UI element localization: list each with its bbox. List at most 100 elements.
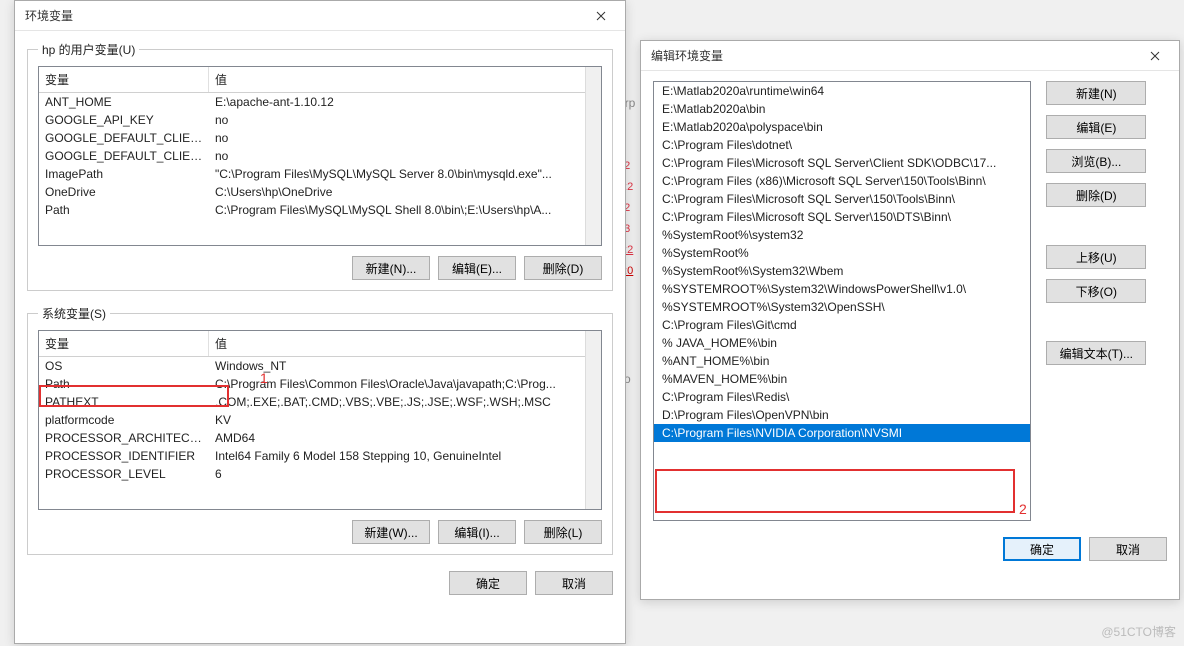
system-vars-table[interactable]: 变量 值 OSWindows_NTPathC:\Program Files\Co… bbox=[38, 330, 602, 510]
table-row[interactable]: platformcodeKV bbox=[39, 411, 601, 429]
var-name: PROCESSOR_LEVEL bbox=[39, 465, 209, 483]
table-row[interactable]: PathC:\Program Files\Common Files\Oracle… bbox=[39, 375, 601, 393]
close-button[interactable] bbox=[581, 2, 621, 30]
list-item[interactable]: C:\Program Files\Microsoft SQL Server\15… bbox=[654, 208, 1030, 226]
table-row[interactable]: OneDriveC:\Users\hp\OneDrive bbox=[39, 183, 601, 201]
table-row[interactable]: PROCESSOR_LEVEL6 bbox=[39, 465, 601, 483]
cancel-button[interactable]: 取消 bbox=[535, 571, 613, 595]
list-item[interactable]: %MAVEN_HOME%\bin bbox=[654, 370, 1030, 388]
list-item[interactable]: C:\Program Files\dotnet\ bbox=[654, 136, 1030, 154]
edit-env-var-window: 编辑环境变量 E:\Matlab2020a\runtime\win64E:\Ma… bbox=[640, 40, 1180, 600]
var-value: C:\Program Files\Common Files\Oracle\Jav… bbox=[209, 375, 601, 393]
ok-button[interactable]: 确定 bbox=[1003, 537, 1081, 561]
cancel-button[interactable]: 取消 bbox=[1089, 537, 1167, 561]
table-row[interactable]: PATHEXT.COM;.EXE;.BAT;.CMD;.VBS;.VBE;.JS… bbox=[39, 393, 601, 411]
env-vars-window: 环境变量 hp 的用户变量(U) 变量 值 ANT_HOMEE:\apache-… bbox=[14, 0, 626, 644]
var-value: Intel64 Family 6 Model 158 Stepping 10, … bbox=[209, 447, 601, 465]
var-value: AMD64 bbox=[209, 429, 601, 447]
col-header-val[interactable]: 值 bbox=[209, 67, 601, 92]
list-item[interactable]: %SYSTEMROOT%\System32\WindowsPowerShell\… bbox=[654, 280, 1030, 298]
list-item[interactable]: %SYSTEMROOT%\System32\OpenSSH\ bbox=[654, 298, 1030, 316]
var-name: GOOGLE_API_KEY bbox=[39, 111, 209, 129]
table-row[interactable]: PathC:\Program Files\MySQL\MySQL Shell 8… bbox=[39, 201, 601, 219]
var-name: ImagePath bbox=[39, 165, 209, 183]
list-item[interactable]: %SystemRoot% bbox=[654, 244, 1030, 262]
col-header-var[interactable]: 变量 bbox=[39, 331, 209, 356]
var-name: GOOGLE_DEFAULT_CLIEN... bbox=[39, 147, 209, 165]
list-item[interactable]: C:\Program Files\NVIDIA Corporation\NVSM… bbox=[654, 424, 1030, 442]
var-value: "C:\Program Files\MySQL\MySQL Server 8.0… bbox=[209, 165, 601, 183]
system-vars-legend: 系统变量(S) bbox=[38, 305, 110, 322]
table-row[interactable]: ImagePath"C:\Program Files\MySQL\MySQL S… bbox=[39, 165, 601, 183]
list-item[interactable]: C:\Program Files\Microsoft SQL Server\Cl… bbox=[654, 154, 1030, 172]
titlebar: 环境变量 bbox=[15, 1, 625, 31]
var-value: no bbox=[209, 111, 601, 129]
table-row[interactable]: PROCESSOR_IDENTIFIERIntel64 Family 6 Mod… bbox=[39, 447, 601, 465]
close-icon bbox=[1150, 51, 1160, 61]
var-name: PATHEXT bbox=[39, 393, 209, 411]
var-name: GOOGLE_DEFAULT_CLIEN... bbox=[39, 129, 209, 147]
watermark: @51CTO博客 bbox=[1101, 623, 1176, 640]
delete-user-var-button[interactable]: 删除(D) bbox=[524, 256, 602, 280]
table-row[interactable]: GOOGLE_API_KEYno bbox=[39, 111, 601, 129]
table-row[interactable]: GOOGLE_DEFAULT_CLIEN...no bbox=[39, 129, 601, 147]
edit-entry-button[interactable]: 编辑(E) bbox=[1046, 115, 1146, 139]
user-vars-group: hp 的用户变量(U) 变量 值 ANT_HOMEE:\apache-ant-1… bbox=[27, 41, 613, 291]
var-value: 6 bbox=[209, 465, 601, 483]
var-name: OS bbox=[39, 357, 209, 375]
col-header-val[interactable]: 值 bbox=[209, 331, 601, 356]
list-item[interactable]: E:\Matlab2020a\runtime\win64 bbox=[654, 82, 1030, 100]
close-button[interactable] bbox=[1135, 42, 1175, 70]
list-item[interactable]: %ANT_HOME%\bin bbox=[654, 352, 1030, 370]
list-item[interactable]: %SystemRoot%\system32 bbox=[654, 226, 1030, 244]
var-value: Windows_NT bbox=[209, 357, 601, 375]
list-item[interactable]: E:\Matlab2020a\polyspace\bin bbox=[654, 118, 1030, 136]
table-row[interactable]: GOOGLE_DEFAULT_CLIEN...no bbox=[39, 147, 601, 165]
move-up-button[interactable]: 上移(U) bbox=[1046, 245, 1146, 269]
var-value: KV bbox=[209, 411, 601, 429]
path-entries-list[interactable]: E:\Matlab2020a\runtime\win64E:\Matlab202… bbox=[653, 81, 1031, 521]
scrollbar[interactable] bbox=[585, 67, 601, 245]
var-name: platformcode bbox=[39, 411, 209, 429]
titlebar: 编辑环境变量 bbox=[641, 41, 1179, 71]
list-item[interactable]: C:\Program Files\Redis\ bbox=[654, 388, 1030, 406]
list-item[interactable]: C:\Program Files (x86)\Microsoft SQL Ser… bbox=[654, 172, 1030, 190]
delete-sys-var-button[interactable]: 删除(L) bbox=[524, 520, 602, 544]
var-value: C:\Users\hp\OneDrive bbox=[209, 183, 601, 201]
var-value: no bbox=[209, 129, 601, 147]
var-value: no bbox=[209, 147, 601, 165]
user-vars-table[interactable]: 变量 值 ANT_HOMEE:\apache-ant-1.10.12GOOGLE… bbox=[38, 66, 602, 246]
move-down-button[interactable]: 下移(O) bbox=[1046, 279, 1146, 303]
edit-user-var-button[interactable]: 编辑(E)... bbox=[438, 256, 516, 280]
new-user-var-button[interactable]: 新建(N)... bbox=[352, 256, 430, 280]
ok-button[interactable]: 确定 bbox=[449, 571, 527, 595]
scrollbar[interactable] bbox=[585, 331, 601, 509]
table-row[interactable]: ANT_HOMEE:\apache-ant-1.10.12 bbox=[39, 93, 601, 111]
edit-sys-var-button[interactable]: 编辑(I)... bbox=[438, 520, 516, 544]
list-item[interactable]: % JAVA_HOME%\bin bbox=[654, 334, 1030, 352]
var-name: PROCESSOR_ARCHITECTU... bbox=[39, 429, 209, 447]
new-entry-button[interactable]: 新建(N) bbox=[1046, 81, 1146, 105]
window-title: 编辑环境变量 bbox=[651, 47, 723, 64]
browse-button[interactable]: 浏览(B)... bbox=[1046, 149, 1146, 173]
table-row[interactable]: OSWindows_NT bbox=[39, 357, 601, 375]
delete-entry-button[interactable]: 删除(D) bbox=[1046, 183, 1146, 207]
list-item[interactable]: D:\Program Files\OpenVPN\bin bbox=[654, 406, 1030, 424]
var-name: ANT_HOME bbox=[39, 93, 209, 111]
var-value: E:\apache-ant-1.10.12 bbox=[209, 93, 601, 111]
list-item[interactable]: C:\Program Files\Microsoft SQL Server\15… bbox=[654, 190, 1030, 208]
list-item[interactable]: C:\Program Files\Git\cmd bbox=[654, 316, 1030, 334]
list-item[interactable]: %SystemRoot%\System32\Wbem bbox=[654, 262, 1030, 280]
var-name: OneDrive bbox=[39, 183, 209, 201]
var-value: C:\Program Files\MySQL\MySQL Shell 8.0\b… bbox=[209, 201, 601, 219]
var-name: Path bbox=[39, 375, 209, 393]
close-icon bbox=[596, 11, 606, 21]
system-vars-group: 系统变量(S) 变量 值 OSWindows_NTPathC:\Program … bbox=[27, 305, 613, 555]
list-item[interactable]: E:\Matlab2020a\bin bbox=[654, 100, 1030, 118]
var-name: PROCESSOR_IDENTIFIER bbox=[39, 447, 209, 465]
edit-text-button[interactable]: 编辑文本(T)... bbox=[1046, 341, 1146, 365]
new-sys-var-button[interactable]: 新建(W)... bbox=[352, 520, 430, 544]
col-header-var[interactable]: 变量 bbox=[39, 67, 209, 92]
table-row[interactable]: PROCESSOR_ARCHITECTU...AMD64 bbox=[39, 429, 601, 447]
var-value: .COM;.EXE;.BAT;.CMD;.VBS;.VBE;.JS;.JSE;.… bbox=[209, 393, 601, 411]
